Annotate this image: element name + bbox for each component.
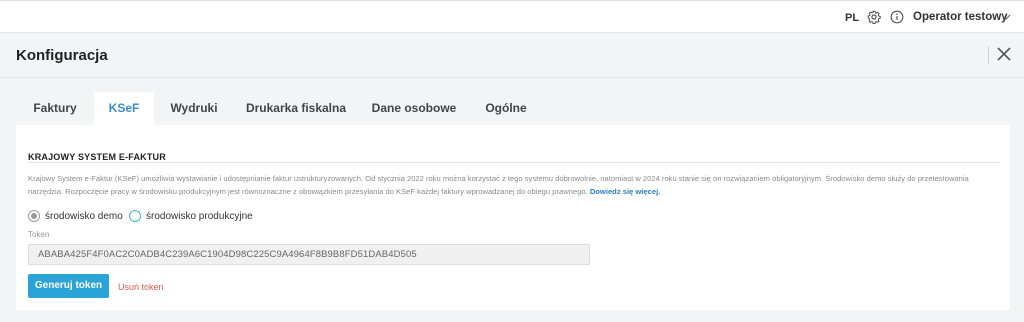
info-icon[interactable] [890,10,904,24]
close-icon[interactable] [997,47,1011,61]
radio-checked-icon[interactable] [28,210,40,222]
radio-demo[interactable]: środowisko demo [28,209,123,223]
tab-dane-osobowe[interactable]: Dane osobowe [366,92,462,125]
section-title: KRAJOWY SYSTEM E-FAKTUR [28,152,166,162]
generate-token-button[interactable]: Generuj token [28,274,109,298]
remove-token-link[interactable]: Usuń token [118,282,164,292]
section-description: Krajowy System e-Faktur (KSeF) umożliwia… [28,172,998,198]
tab-ksef[interactable]: KSeF [94,92,154,125]
token-field[interactable]: ABABA425F4F0AC2C0ADB4C239A6C1904D98C225C… [28,244,590,265]
page-title: Konfiguracja [16,47,108,64]
tab-wydruki[interactable]: Wydruki [157,92,231,125]
page-header: Konfiguracja [0,33,1024,78]
ksef-panel: KRAJOWY SYSTEM E-FAKTUR Krajowy System e… [16,125,1010,310]
radio-unchecked-icon[interactable] [129,210,141,222]
chevron-down-icon[interactable] [1001,13,1011,21]
learn-more-link[interactable]: Dowiedz się więcej. [590,187,660,196]
tab-faktury[interactable]: Faktury [16,92,94,125]
section-divider [28,162,1000,163]
language-switcher[interactable]: PL [845,12,859,24]
radio-production[interactable]: środowisko produkcyjne [129,209,253,223]
gear-icon[interactable] [867,10,881,24]
radio-production-label: środowisko produkcyjne [146,210,253,222]
tab-drukarka-fiskalna[interactable]: Drukarka fiskalna [242,92,350,125]
user-menu[interactable]: Operator testowy [913,11,1008,23]
header-divider [988,46,989,64]
description-text: Krajowy System e-Faktur (KSeF) umożliwia… [28,174,969,196]
top-bar: PL Operator testowy [0,0,1024,33]
token-label: Token [28,230,50,239]
tab-ogolne[interactable]: Ogólne [480,92,532,125]
radio-demo-label: środowisko demo [45,210,123,222]
